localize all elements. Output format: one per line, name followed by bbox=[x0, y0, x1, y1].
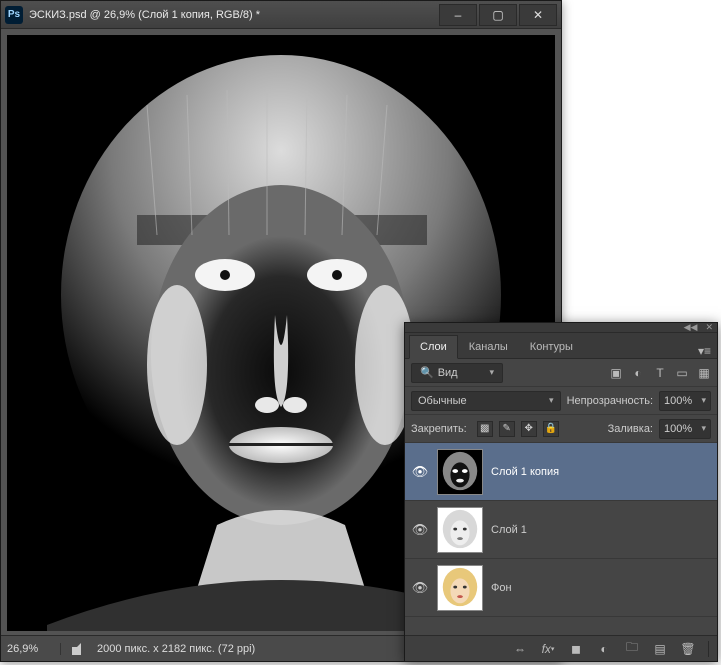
collapse-icon[interactable]: ◀◀ bbox=[684, 322, 698, 333]
layer-filter-mode: Вид bbox=[438, 367, 458, 379]
document-title: ЭСКИЗ.psd @ 26,9% (Слой 1 копия, RGB/8) … bbox=[29, 9, 439, 21]
zoom-level[interactable]: 26,9% bbox=[7, 643, 61, 655]
new-adjustment-icon[interactable]: ◐ bbox=[596, 641, 612, 657]
visibility-toggle-icon[interactable]: 👁 bbox=[411, 464, 429, 480]
chevron-down-icon: ▾ bbox=[701, 395, 706, 406]
panel-close-icon[interactable]: ✕ bbox=[705, 322, 713, 333]
fill-label: Заливка: bbox=[608, 423, 653, 435]
app-icon: Ps bbox=[5, 6, 23, 24]
blend-opacity-row: Обычные ▾ Непрозрачность: 100% ▾ bbox=[405, 387, 717, 415]
filter-adjustment-icon[interactable]: ◐ bbox=[631, 366, 645, 380]
add-mask-icon[interactable]: ◼ bbox=[568, 641, 584, 657]
close-button[interactable]: ✕ bbox=[519, 4, 557, 26]
opacity-value: 100% bbox=[664, 395, 701, 407]
filter-pixel-icon[interactable]: ▣ bbox=[609, 366, 623, 380]
layer-row[interactable]: 👁 Слой 1 bbox=[405, 501, 717, 559]
layer-style-icon[interactable]: fx▾ bbox=[540, 641, 556, 657]
layer-row[interactable]: 👁 Фон bbox=[405, 559, 717, 617]
new-layer-icon[interactable]: ▤ bbox=[652, 641, 668, 657]
layer-name: Фон bbox=[491, 582, 512, 594]
fill-value: 100% bbox=[664, 423, 701, 435]
panel-footer: ⇔ fx▾ ◼ ◐ 🗀 ▤ 🗑 bbox=[405, 635, 717, 661]
layer-thumbnail[interactable] bbox=[437, 565, 483, 611]
layer-thumbnail[interactable] bbox=[437, 449, 483, 495]
fill-input[interactable]: 100% ▾ bbox=[659, 419, 711, 439]
chevron-down-icon: ▾ bbox=[489, 367, 494, 378]
filter-smart-icon[interactable]: ▦ bbox=[697, 366, 711, 380]
share-icon[interactable] bbox=[71, 642, 87, 656]
panel-menu-icon[interactable]: ▾≡ bbox=[692, 344, 717, 358]
search-icon: 🔍 bbox=[420, 366, 434, 379]
layer-filter-select[interactable]: 🔍 Вид ▾ bbox=[411, 363, 503, 383]
minimize-button[interactable]: – bbox=[439, 4, 477, 26]
new-group-icon[interactable]: 🗀 bbox=[624, 641, 640, 657]
layer-name: Слой 1 копия bbox=[491, 466, 559, 478]
layer-name: Слой 1 bbox=[491, 524, 527, 536]
layer-row[interactable]: 👁 Слой 1 копия bbox=[405, 443, 717, 501]
chevron-down-icon: ▾ bbox=[549, 395, 554, 406]
tab-channels[interactable]: Каналы bbox=[458, 334, 519, 358]
tab-layers[interactable]: Слои bbox=[409, 335, 458, 359]
layers-list: 👁 Слой 1 копия 👁 bbox=[405, 443, 717, 635]
filter-shape-icon[interactable]: ▭ bbox=[675, 366, 689, 380]
layers-panel: ◀◀ ✕ Слои Каналы Контуры ▾≡ 🔍 Вид ▾ ▣ ◐ … bbox=[404, 322, 718, 662]
link-layers-icon[interactable]: ⇔ bbox=[512, 641, 528, 657]
opacity-input[interactable]: 100% ▾ bbox=[659, 391, 711, 411]
lock-pixels-icon[interactable]: ✎ bbox=[499, 421, 515, 437]
lock-transparency-icon[interactable]: ▩ bbox=[477, 421, 493, 437]
panel-tabs: Слои Каналы Контуры ▾≡ bbox=[405, 333, 717, 359]
lock-label: Закрепить: bbox=[411, 423, 467, 435]
separator bbox=[708, 641, 709, 657]
visibility-toggle-icon[interactable]: 👁 bbox=[411, 522, 429, 538]
filter-type-icon[interactable]: T bbox=[653, 366, 667, 380]
visibility-toggle-icon[interactable]: 👁 bbox=[411, 580, 429, 596]
lock-position-icon[interactable]: ✥ bbox=[521, 421, 537, 437]
layer-filter-row: 🔍 Вид ▾ ▣ ◐ T ▭ ▦ bbox=[405, 359, 717, 387]
titlebar[interactable]: Ps ЭСКИЗ.psd @ 26,9% (Слой 1 копия, RGB/… bbox=[1, 1, 561, 29]
chevron-down-icon: ▾ bbox=[701, 423, 706, 434]
blend-mode-select[interactable]: Обычные ▾ bbox=[411, 391, 561, 411]
panel-handle[interactable]: ◀◀ ✕ bbox=[405, 323, 717, 333]
opacity-label: Непрозрачность: bbox=[567, 395, 653, 407]
tab-paths[interactable]: Контуры bbox=[519, 334, 584, 358]
lock-fill-row: Закрепить: ▩ ✎ ✥ 🔒 Заливка: 100% ▾ bbox=[405, 415, 717, 443]
lock-all-icon[interactable]: 🔒 bbox=[543, 421, 559, 437]
blend-mode-value: Обычные bbox=[418, 395, 467, 407]
layer-thumbnail[interactable] bbox=[437, 507, 483, 553]
delete-layer-icon[interactable]: 🗑 bbox=[680, 641, 696, 657]
maximize-button[interactable]: ▢ bbox=[479, 4, 517, 26]
